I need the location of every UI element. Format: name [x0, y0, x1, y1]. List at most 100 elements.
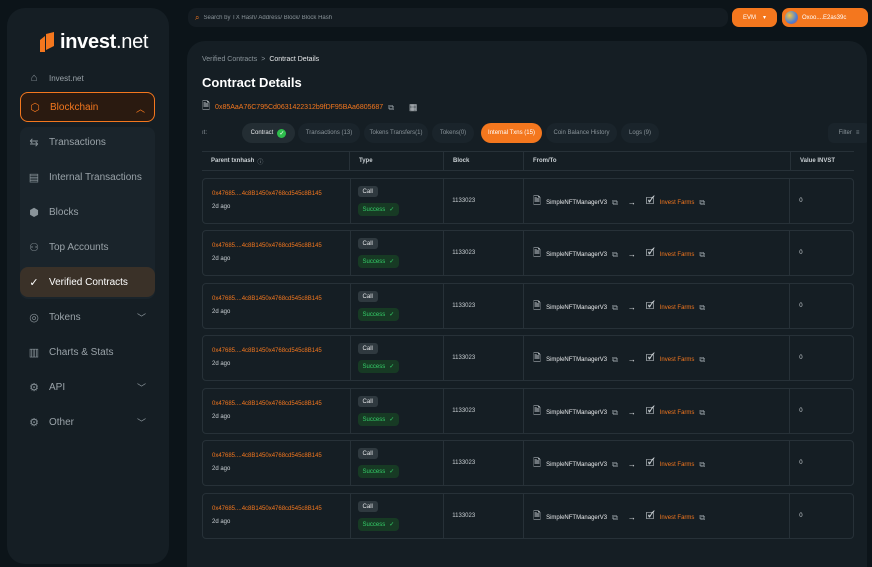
- status-badge: Success ✓: [357, 518, 400, 531]
- copy-icon[interactable]: ⧉: [612, 513, 618, 523]
- from-address[interactable]: SimpleNFTManagerV3: [546, 200, 607, 206]
- column-header-parent-txnhash: Parent txnhash ⓘ: [202, 152, 350, 170]
- column-header-type: Type: [350, 152, 444, 170]
- sidebar-item-invest-net[interactable]: ⌂ Invest.net: [20, 63, 155, 93]
- copy-icon[interactable]: ⧉: [612, 355, 618, 365]
- txn-hash-link[interactable]: 0x47685....4c8B1450x4768cd545c8B145: [212, 401, 322, 407]
- tab-token-transfers[interactable]: Tokens Transfers(1): [364, 123, 428, 143]
- txn-hash-link[interactable]: 0x47685....4c8B1450x4768cd545c8B145: [212, 453, 322, 459]
- block-number[interactable]: 1133023: [452, 513, 475, 519]
- copy-icon[interactable]: ⧉: [612, 408, 618, 418]
- cell-from-to: 🗎 SimpleNFTManagerV3 ⧉ → 🗹 Invest Farms ⧉: [524, 336, 791, 380]
- to-address[interactable]: Invest Farms: [660, 410, 695, 416]
- copy-icon[interactable]: ⧉: [699, 198, 705, 208]
- breadcrumb-parent[interactable]: Verified Contracts: [202, 56, 257, 63]
- from-address[interactable]: SimpleNFTManagerV3: [546, 305, 607, 311]
- sidebar-item-blockchain[interactable]: ⬡ Blockchain ︿: [20, 92, 155, 122]
- to-address[interactable]: Invest Farms: [660, 200, 695, 206]
- search-input[interactable]: [203, 14, 504, 21]
- sidebar-item-transactions[interactable]: ⇆ Transactions: [20, 127, 155, 157]
- cell-block: 1133023: [444, 441, 525, 485]
- breadcrumb-separator: >: [261, 56, 266, 63]
- cell-from-to: 🗎 SimpleNFTManagerV3 ⧉ → 🗹 Invest Farms ⧉: [524, 441, 791, 485]
- cell-parent-txnhash: 0x47685....4c8B1450x4768cd545c8B145 2d ag…: [203, 494, 351, 538]
- api-icon: ⚙: [29, 381, 39, 394]
- sidebar-item-api[interactable]: ⚙ API ﹀: [20, 372, 155, 402]
- from-address[interactable]: SimpleNFTManagerV3: [546, 515, 607, 521]
- tab-transactions[interactable]: Transactions (13): [298, 123, 360, 143]
- txn-hash-link[interactable]: 0x47685....4c8B1450x4768cd545c8B145: [212, 243, 322, 249]
- sidebar-item-other[interactable]: ⚙ Other ﹀: [20, 407, 155, 437]
- search-icon: ⌕: [195, 12, 200, 22]
- blocks-icon: ⬢: [29, 206, 39, 219]
- block-number[interactable]: 1133023: [452, 460, 475, 466]
- sidebar-item-top-accounts[interactable]: ⚇ Top Accounts: [20, 232, 155, 262]
- tab-contract[interactable]: Contract ✓: [242, 123, 295, 143]
- table-row[interactable]: 0x47685....4c8B1450x4768cd545c8B145 2d ag…: [202, 335, 854, 381]
- sidebar-item-charts-stats[interactable]: ▥ Charts & Stats: [20, 337, 155, 367]
- copy-icon[interactable]: ⧉: [612, 250, 618, 260]
- block-number[interactable]: 1133023: [452, 250, 475, 256]
- table-row[interactable]: 0x47685....4c8B1450x4768cd545c8B145 2d ag…: [202, 178, 854, 224]
- wallet-address: Oxoo....E2as39c: [802, 14, 847, 21]
- cell-value: 0: [790, 336, 853, 380]
- verified-document-icon: 🗎: [202, 101, 211, 112]
- block-number[interactable]: 1133023: [452, 408, 475, 414]
- txn-hash-link[interactable]: 0x47685....4c8B1450x4768cd545c8B145: [212, 506, 322, 512]
- to-address[interactable]: Invest Farms: [660, 357, 695, 363]
- table-row[interactable]: 0x47685....4c8B1450x4768cd545c8B145 2d ag…: [202, 283, 854, 329]
- to-address[interactable]: Invest Farms: [660, 462, 695, 468]
- from-address[interactable]: SimpleNFTManagerV3: [546, 410, 607, 416]
- table-row[interactable]: 0x47685....4c8B1450x4768cd545c8B145 2d ag…: [202, 230, 854, 276]
- from-address[interactable]: SimpleNFTManagerV3: [546, 357, 607, 363]
- qr-code-icon[interactable]: ▦: [409, 102, 418, 113]
- to-address[interactable]: Invest Farms: [660, 515, 695, 521]
- to-address[interactable]: Invest Farms: [660, 252, 695, 258]
- cell-from-to: 🗎 SimpleNFTManagerV3 ⧉ → 🗹 Invest Farms ⧉: [524, 494, 791, 538]
- txn-hash-link[interactable]: 0x47685....4c8B1450x4768cd545c8B145: [212, 191, 322, 197]
- to-address[interactable]: Invest Farms: [660, 305, 695, 311]
- cell-from-to: 🗎 SimpleNFTManagerV3 ⧉ → 🗹 Invest Farms ⧉: [524, 284, 791, 328]
- tab-coin-balance-history[interactable]: Coin Balance History: [546, 123, 617, 143]
- copy-icon[interactable]: ⧉: [699, 513, 705, 523]
- tab-logs[interactable]: Logs (9): [621, 123, 659, 143]
- contract-address[interactable]: 0x85AaA76C795Cd0631422312b9fDF95BAa68056…: [215, 104, 383, 111]
- sidebar-item-internal-transactions[interactable]: ▤ Internal Transactions: [20, 162, 155, 192]
- arrow-right-icon: →: [627, 355, 636, 364]
- value-amount: 0: [799, 460, 803, 466]
- copy-icon[interactable]: ⧉: [612, 303, 618, 313]
- breadcrumb-current: Contract Details: [269, 56, 320, 63]
- cell-value: 0: [790, 389, 853, 433]
- tab-internal-txns[interactable]: Internal Txns (15): [481, 123, 542, 143]
- from-address[interactable]: SimpleNFTManagerV3: [546, 252, 607, 258]
- txn-hash-link[interactable]: 0x47685....4c8B1450x4768cd545c8B145: [212, 348, 322, 354]
- block-number[interactable]: 1133023: [452, 355, 475, 361]
- copy-icon[interactable]: ⧉: [612, 460, 618, 470]
- tab-tokens[interactable]: Tokens(0): [432, 123, 474, 143]
- sidebar-item-tokens[interactable]: ◎ Tokens ﹀: [20, 302, 155, 332]
- copy-icon[interactable]: ⧉: [699, 460, 705, 470]
- network-select[interactable]: EVM ▾: [732, 8, 777, 27]
- wallet-button[interactable]: Oxoo....E2as39c: [782, 8, 868, 27]
- table-row[interactable]: 0x47685....4c8B1450x4768cd545c8B145 2d ag…: [202, 440, 854, 486]
- cell-parent-txnhash: 0x47685....4c8B1450x4768cd545c8B145 2d ag…: [203, 231, 351, 275]
- logo[interactable]: invest.net: [40, 31, 148, 53]
- copy-icon[interactable]: ⧉: [388, 103, 394, 113]
- logo-mark-icon: [40, 32, 54, 52]
- sidebar-item-verified-contracts[interactable]: ✓ Verified Contracts: [20, 267, 155, 297]
- copy-icon[interactable]: ⧉: [699, 355, 705, 365]
- copy-icon[interactable]: ⧉: [612, 198, 618, 208]
- txn-hash-link[interactable]: 0x47685....4c8B1450x4768cd545c8B145: [212, 296, 322, 302]
- sidebar-item-blocks[interactable]: ⬢ Blocks: [20, 197, 155, 227]
- cell-value: 0: [790, 494, 853, 538]
- block-number[interactable]: 1133023: [452, 198, 475, 204]
- block-number[interactable]: 1133023: [452, 303, 475, 309]
- filter-button[interactable]: Filter ≡: [828, 123, 867, 143]
- copy-icon[interactable]: ⧉: [699, 250, 705, 260]
- from-address[interactable]: SimpleNFTManagerV3: [546, 462, 607, 468]
- copy-icon[interactable]: ⧉: [699, 408, 705, 418]
- tab-truncated[interactable]: ıt:: [202, 123, 232, 143]
- table-row[interactable]: 0x47685....4c8B1450x4768cd545c8B145 2d ag…: [202, 493, 854, 539]
- table-row[interactable]: 0x47685....4c8B1450x4768cd545c8B145 2d ag…: [202, 388, 854, 434]
- copy-icon[interactable]: ⧉: [699, 303, 705, 313]
